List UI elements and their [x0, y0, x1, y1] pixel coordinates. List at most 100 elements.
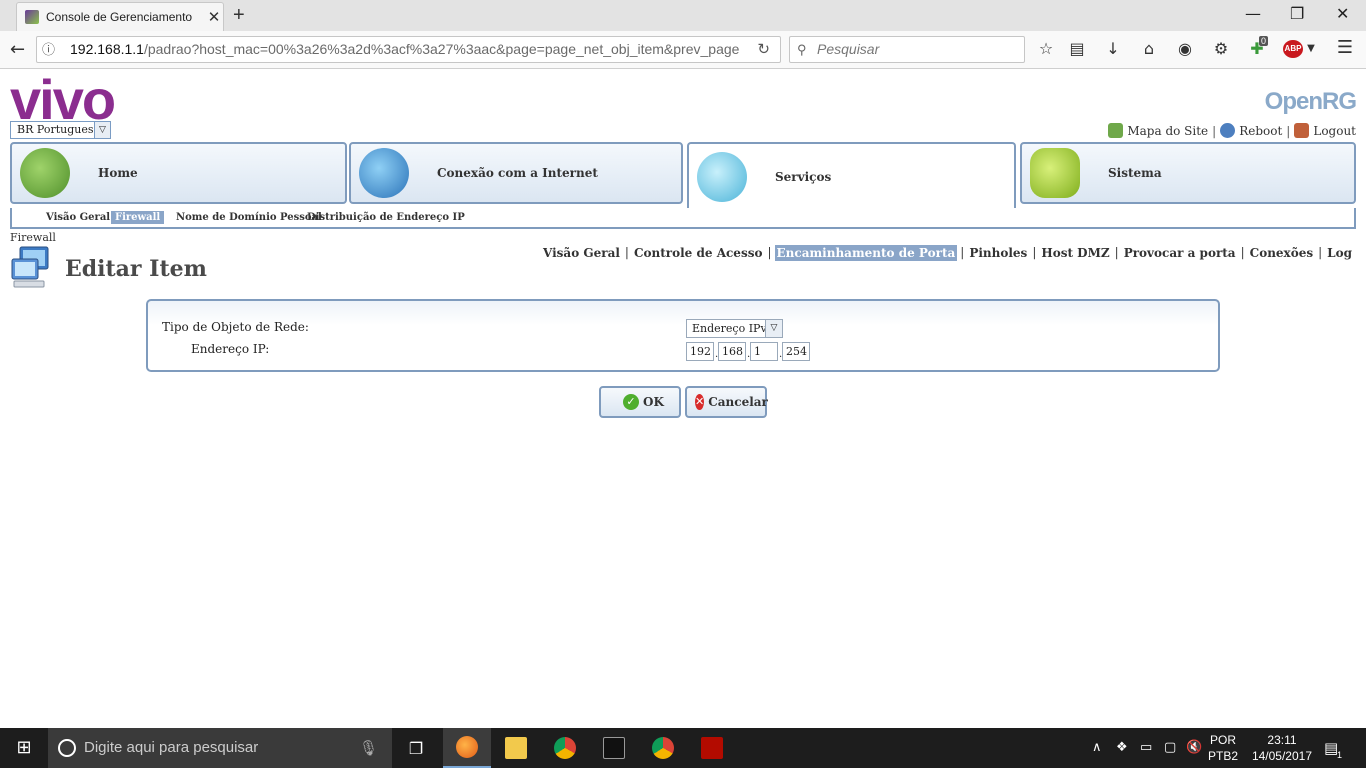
section-links: Visão Geral | Controle de Acesso | Encamin… — [541, 245, 1354, 261]
nav-tab-system[interactable]: Sistema — [1020, 142, 1356, 204]
microphone-icon[interactable]: 🎙 — [359, 728, 378, 768]
section-link-port-triggering[interactable]: Provocar a porta — [1122, 245, 1238, 261]
taskbar-search-placeholder: Digite aqui para pesquisar — [84, 739, 259, 756]
edit-form: Tipo de Objeto de Rede: Endereço IPv4 ▽ … — [146, 299, 1220, 372]
task-view-icon[interactable]: ❐ — [392, 728, 440, 768]
chevron-down-icon[interactable]: ▼ — [1300, 43, 1322, 54]
new-tab-button[interactable]: + — [233, 4, 245, 27]
window-close-icon[interactable]: ✕ — [1336, 4, 1349, 23]
power-icon — [1220, 123, 1236, 138]
tray-chevron-up-icon[interactable]: ∧ — [1092, 728, 1102, 768]
ip-octet-4-input[interactable]: 254 — [782, 342, 810, 361]
top-links: Mapa do Site | Reboot | Logout — [1108, 123, 1356, 138]
vivo-logo: vivo — [10, 68, 116, 131]
notification-center-icon[interactable]: ▤ — [1324, 728, 1338, 768]
dropbox-icon[interactable]: ❖ — [1116, 728, 1128, 768]
check-icon: ✓ — [623, 394, 639, 410]
back-arrow-icon[interactable]: ← — [10, 39, 25, 60]
subnav-ip-distribution[interactable]: Distribuição de Endereço IP — [303, 211, 469, 224]
taskbar-explorer[interactable] — [492, 728, 540, 768]
section-link-overview[interactable]: Visão Geral — [541, 245, 622, 261]
section-link-log[interactable]: Log — [1325, 245, 1354, 261]
services-icon — [697, 152, 747, 202]
network-icon[interactable]: ▢ — [1164, 728, 1176, 768]
minimize-icon[interactable]: — — [1245, 4, 1261, 23]
ip-address-label: Endereço IP: — [191, 342, 270, 356]
volume-muted-icon[interactable]: 🔇 — [1186, 728, 1202, 768]
browser-navbar: ← ⓘ 192.168.1.1/padrao?host_mac=00%3a26%… — [0, 31, 1366, 69]
system-clock[interactable]: 23:11 14/05/2017 — [1252, 732, 1312, 764]
search-icon: ⚲ — [797, 42, 807, 57]
section-link-connections[interactable]: Conexões — [1248, 245, 1315, 261]
logout-link[interactable]: Logout — [1313, 124, 1356, 138]
download-icon[interactable]: ↓ — [1102, 39, 1124, 58]
main-nav: Home Conexão com a Internet Serviços Sis… — [10, 142, 1356, 210]
subnav-firewall[interactable]: Firewall — [111, 211, 165, 224]
input-language[interactable]: POR PTB2 — [1208, 732, 1238, 764]
taskbar-acrobat[interactable] — [688, 728, 736, 768]
nav-tab-internet[interactable]: Conexão com a Internet — [349, 142, 683, 204]
taskbar-cmd[interactable] — [590, 728, 638, 768]
breadcrumb: Firewall — [10, 231, 56, 244]
ip-octet-2-input[interactable]: 168 — [718, 342, 746, 361]
object-type-label: Tipo de Objeto de Rede: — [162, 320, 309, 334]
nav-tab-home[interactable]: Home — [10, 142, 347, 204]
extension-icon[interactable]: ⚙ — [1210, 39, 1232, 58]
url-text: 192.168.1.1/padrao?host_mac=00%3a26%3a2d… — [70, 41, 740, 57]
firefox-icon — [456, 736, 478, 758]
taskbar-chrome-2[interactable] — [639, 728, 687, 768]
ip-octet-1-input[interactable]: 192 — [686, 342, 714, 361]
chrome-icon — [554, 737, 576, 759]
bookmark-star-icon[interactable]: ☆ — [1035, 39, 1057, 58]
language-value: BR Portuguese — [17, 123, 100, 136]
ip-octet-3-input[interactable]: 1 — [750, 342, 778, 361]
house-icon — [20, 148, 70, 198]
chrome-icon — [652, 737, 674, 759]
section-link-dmz[interactable]: Host DMZ — [1039, 245, 1111, 261]
openrg-logo: OpenRG — [1264, 88, 1357, 115]
extension-badge: 0 — [1259, 36, 1269, 46]
taskbar-chrome-1[interactable] — [541, 728, 589, 768]
router-icon — [1030, 148, 1080, 198]
pocket-icon[interactable]: ◉ — [1174, 39, 1196, 58]
sitemap-icon — [1108, 123, 1124, 138]
nav-tab-services[interactable]: Serviços — [687, 142, 1016, 210]
reload-icon[interactable]: ↻ — [757, 37, 770, 62]
object-type-value: Endereço IPv4 — [692, 322, 774, 335]
hamburger-menu-icon[interactable]: ☰ — [1334, 37, 1356, 58]
cancel-x-icon: ✕ — [695, 394, 705, 410]
reading-list-icon[interactable]: ▤ — [1066, 39, 1088, 58]
language-select[interactable]: BR Portuguese ▽ — [10, 121, 111, 139]
cortana-icon — [58, 739, 76, 757]
windows-start-icon[interactable]: ⊞ — [0, 728, 48, 768]
folder-icon — [505, 737, 527, 759]
close-tab-icon[interactable]: ✕ — [205, 8, 223, 26]
chevron-down-icon[interactable]: ▽ — [94, 122, 110, 138]
home-icon[interactable]: ⌂ — [1138, 39, 1160, 58]
network-computers-icon — [10, 245, 58, 291]
browser-tabbar: Console de Gerenciamento ✕ + — ❐ ✕ — [0, 0, 1366, 31]
taskbar-search-input[interactable]: Digite aqui para pesquisar 🎙 — [48, 728, 392, 768]
chevron-down-icon[interactable]: ▽ — [765, 320, 782, 337]
site-favicon-icon — [25, 10, 39, 24]
battery-icon[interactable]: ▭ — [1140, 728, 1152, 768]
reboot-link[interactable]: Reboot — [1239, 124, 1282, 138]
terminal-icon — [603, 737, 625, 759]
cancel-button[interactable]: ✕ Cancelar — [685, 386, 768, 418]
search-input[interactable]: ⚲ Pesquisar — [789, 36, 1025, 63]
page-title: Editar Item — [65, 256, 207, 282]
browser-tab[interactable]: Console de Gerenciamento ✕ — [16, 2, 224, 31]
subnav-overview[interactable]: Visão Geral — [42, 211, 114, 224]
windows-taskbar: ⊞ Digite aqui para pesquisar 🎙 ❐ ∧ ❖ ▭ ▢… — [0, 728, 1366, 768]
globe-icon — [359, 148, 409, 198]
taskbar-firefox[interactable] — [443, 728, 491, 768]
section-link-access-control[interactable]: Controle de Acesso — [632, 245, 765, 261]
url-bar[interactable]: ⓘ 192.168.1.1/padrao?host_mac=00%3a26%3a… — [36, 36, 781, 63]
restore-icon[interactable]: ❐ — [1290, 4, 1304, 23]
section-link-port-forwarding[interactable]: Encaminhamento de Porta — [774, 245, 958, 261]
sitemap-link[interactable]: Mapa do Site — [1127, 124, 1208, 138]
ok-button[interactable]: ✓ OK — [599, 386, 681, 418]
info-icon[interactable]: ⓘ — [42, 37, 58, 62]
object-type-select[interactable]: Endereço IPv4 ▽ — [686, 319, 783, 338]
section-link-pinholes[interactable]: Pinholes — [967, 245, 1029, 261]
